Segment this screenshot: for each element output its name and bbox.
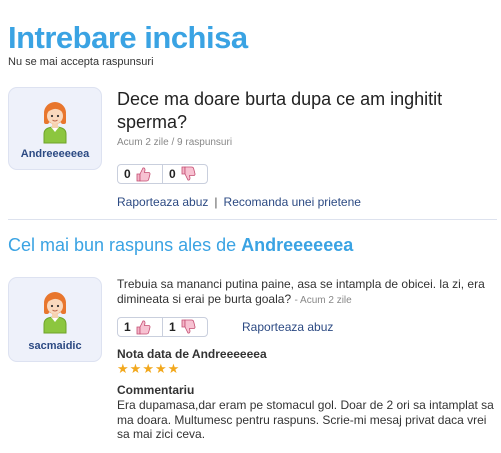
star-icon: ★ <box>167 361 180 376</box>
star-icon: ★ <box>117 361 129 376</box>
star-icon: ★ <box>154 361 167 376</box>
report-abuse-link[interactable]: Raporteaza abuz <box>117 195 208 209</box>
vote-down-count: 1 <box>168 320 176 334</box>
best-answer-heading-author[interactable]: Andreeeeeea <box>241 235 353 255</box>
vote-up-count: 0 <box>124 167 131 181</box>
answer-time: - Acum 2 zile <box>294 295 352 306</box>
page-title: Intrebare inchisa <box>8 20 248 55</box>
answer-text: Trebuia sa mananci putina paine, asa se … <box>117 277 497 308</box>
star-icon: ★ <box>142 361 154 376</box>
recommend-link[interactable]: Recomanda unei prietene <box>224 195 361 209</box>
answer-author-name[interactable]: sacmaidic <box>9 340 101 352</box>
question-text: Dece ma doare burta dupa ce am inghitit … <box>117 89 443 132</box>
question-author-card[interactable]: Andreeeeeea <box>8 87 102 170</box>
best-answer-heading: Cel mai bun raspuns ales de Andreeeeeea <box>8 235 353 256</box>
question-meta: Acum 2 zile / 9 raspunsuri <box>117 137 233 148</box>
vote-up-count: 1 <box>124 320 131 334</box>
vote-up-button[interactable]: 0 <box>118 165 162 183</box>
answer-vote-box: 1 1 <box>117 317 208 337</box>
answer-report-abuse-link[interactable]: Raporteaza abuz <box>242 320 333 334</box>
thumb-up-icon <box>136 320 151 335</box>
comment-label: Commentariu <box>117 383 195 397</box>
vote-down-button[interactable]: 1 <box>163 318 207 336</box>
thumb-down-icon <box>181 166 196 181</box>
girl-avatar-icon <box>43 102 67 144</box>
question-vote-box: 0 0 <box>117 164 208 184</box>
thumb-down-icon <box>181 319 196 334</box>
answer-author-card[interactable]: sacmaidic <box>8 277 102 362</box>
girl-avatar-icon <box>43 292 67 334</box>
vote-up-button[interactable]: 1 <box>118 318 162 336</box>
star-icon: ★ <box>129 361 142 376</box>
page-subtitle: Nu se mai accepta raspunsuri <box>8 56 154 68</box>
question-author-name[interactable]: Andreeeeeea <box>9 148 101 160</box>
comment-text: Era dupamasa,dar eram pe stomacul gol. D… <box>117 398 494 441</box>
rating-label: Nota data de Andreeeeeea <box>117 347 267 361</box>
vote-down-count: 0 <box>168 167 176 181</box>
section-divider <box>8 219 497 220</box>
vote-down-button[interactable]: 0 <box>163 165 207 183</box>
thumb-up-icon <box>136 167 151 182</box>
actions-separator: | <box>214 195 218 209</box>
question-actions: Raporteaza abuz | Recomanda unei prietene <box>117 195 361 209</box>
rating-stars: ★ ★ ★ ★ ★ <box>117 362 179 375</box>
best-answer-heading-prefix: Cel mai bun raspuns ales de <box>8 235 237 255</box>
